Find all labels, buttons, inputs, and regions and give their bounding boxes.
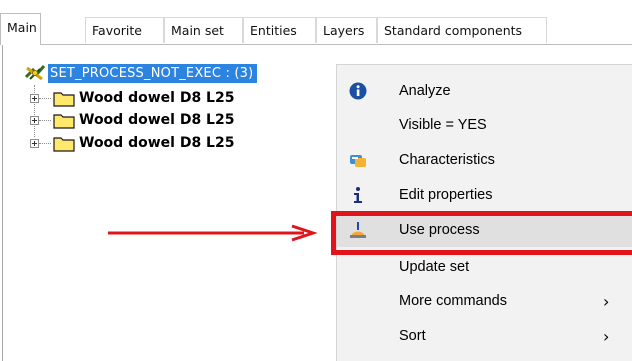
process-set-icon [24, 65, 46, 81]
expand-icon[interactable] [30, 138, 39, 148]
info-circle-icon [349, 82, 367, 100]
tree-item-label[interactable]: Wood dowel D8 L25 [79, 90, 234, 106]
folder-icon [53, 91, 75, 107]
context-menu: Analyze Visible = YES Characteristics Ed… [336, 64, 632, 361]
tree-item[interactable]: Wood dowel D8 L25 [30, 110, 234, 130]
submenu-arrow-icon: › [603, 326, 610, 346]
menu-item-label: Analyze [399, 83, 451, 99]
tab-favorite[interactable]: Favorite [85, 17, 164, 43]
characteristics-icon [350, 155, 366, 167]
tab-strip: Main Favorite Main set Entities Layers S… [0, 0, 632, 45]
menu-item-more-commands[interactable]: More commands › [337, 284, 632, 318]
menu-item-use-process[interactable]: Use process [337, 213, 632, 247]
menu-item-edit-properties[interactable]: Edit properties [337, 178, 632, 212]
menu-item-label: Characteristics [399, 152, 495, 168]
expand-icon[interactable] [30, 93, 39, 103]
tree-root-node[interactable]: SET_PROCESS_NOT_EXEC : (3) [24, 63, 258, 83]
menu-item-visible[interactable]: Visible = YES [337, 108, 632, 142]
menu-item-label: Visible = YES [399, 117, 487, 133]
red-arrow-icon [108, 224, 318, 242]
folder-icon [53, 113, 75, 129]
tree-item[interactable]: Wood dowel D8 L25 [30, 88, 234, 108]
menu-item-label: Use process [399, 222, 480, 238]
submenu-arrow-icon: › [603, 291, 610, 311]
menu-item-label: Sort [399, 328, 426, 344]
tab-layers[interactable]: Layers [316, 17, 377, 43]
tab-main-set[interactable]: Main set [164, 17, 243, 43]
tab-entities[interactable]: Entities [243, 17, 316, 43]
menu-item-characteristics[interactable]: Characteristics [337, 143, 632, 177]
tree-connector [39, 142, 51, 144]
menu-item-update-set[interactable]: Update set [337, 250, 632, 284]
tree-item[interactable]: Wood dowel D8 L25 [30, 133, 234, 153]
menu-item-label: More commands [399, 293, 507, 309]
expand-icon[interactable] [30, 115, 39, 125]
tree-root-label[interactable]: SET_PROCESS_NOT_EXEC : (3) [48, 63, 258, 83]
menu-item-label: Update set [399, 259, 470, 275]
tab-main[interactable]: Main [0, 13, 41, 45]
use-process-icon [350, 222, 366, 238]
menu-item-label: Edit properties [399, 187, 493, 203]
info-icon [354, 187, 362, 203]
tree-item-label[interactable]: Wood dowel D8 L25 [79, 112, 234, 128]
tab-standard-components[interactable]: Standard components [377, 17, 547, 43]
menu-item-analyze[interactable]: Analyze [337, 74, 632, 108]
tree-item-label[interactable]: Wood dowel D8 L25 [79, 135, 234, 151]
folder-icon [53, 136, 75, 152]
tree-connector [39, 119, 51, 121]
tree-connector [39, 97, 51, 99]
menu-item-sort[interactable]: Sort › [337, 319, 632, 353]
